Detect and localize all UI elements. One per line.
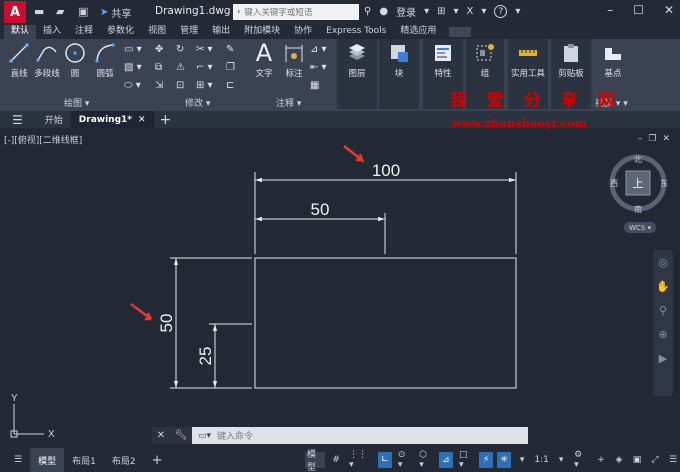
command-prompt-icon[interactable]: ▭▾ bbox=[198, 431, 211, 441]
dim-text-50-top[interactable]: 50 bbox=[311, 200, 330, 219]
drawing-geometry: 100 50 50 25 Y X 上 北 南 西 东 bbox=[10, 145, 668, 440]
viewcube-north[interactable]: 北 bbox=[634, 155, 642, 164]
wcs-menu[interactable]: WCS ▾ bbox=[624, 222, 656, 233]
ucs-y-label: Y bbox=[11, 393, 18, 404]
viewcube-south[interactable]: 南 bbox=[634, 204, 642, 214]
osnap-menu-icon[interactable]: □ ▾ bbox=[457, 450, 475, 470]
ortho-icon[interactable]: ∟ bbox=[377, 452, 392, 468]
tab-layout2[interactable]: 布局2 bbox=[104, 448, 144, 472]
dimension-left-overall[interactable] bbox=[170, 257, 252, 389]
close-icon[interactable]: ✕ bbox=[157, 430, 165, 441]
annotation-scale-icon[interactable]: ✳ bbox=[497, 452, 512, 468]
polar-icon[interactable]: ⊙ ▾ bbox=[396, 450, 413, 470]
viewcube-west[interactable]: 西 bbox=[610, 179, 618, 188]
customize-icon[interactable]: ☰ bbox=[666, 452, 680, 468]
autocad-window: A ▬ ▰ ▣ ➤ 共享 Drawing1.dwg › 键入关键字或短语 ⚲ ●… bbox=[0, 0, 680, 472]
plus-icon[interactable]: + bbox=[594, 452, 608, 468]
wrench-icon[interactable]: 🔧︎ bbox=[175, 430, 188, 441]
isodraft-icon[interactable]: ⬡ ▾ bbox=[417, 450, 435, 470]
status-tools: 模型 # ⋮⋮ ▾ ∟ ⊙ ▾ ⬡ ▾ ⊿ □ ▾ ⚡ ✳ ▾ 1:1 ▾ ⚙ … bbox=[305, 448, 680, 472]
isolate-icon[interactable]: ◈ bbox=[612, 452, 626, 468]
layout-menu-icon[interactable]: ☰ bbox=[6, 448, 30, 472]
showmotion-icon[interactable]: ▶ bbox=[653, 346, 673, 370]
pan-icon[interactable]: ✋ bbox=[653, 274, 673, 298]
wcs-label: WCS bbox=[628, 223, 646, 232]
command-line: ✕ 🔧︎ ▭▾ 键入命令 bbox=[152, 427, 528, 444]
annotation-arrow-left bbox=[130, 303, 153, 321]
command-placeholder: 键入命令 bbox=[217, 432, 254, 442]
ucs-icon bbox=[10, 404, 44, 438]
model-space-button[interactable]: 模型 bbox=[305, 450, 326, 472]
viewcube-east[interactable]: 东 bbox=[660, 178, 668, 188]
annotation-arrow-top bbox=[343, 145, 365, 164]
snap-icon[interactable]: ⋮⋮ ▾ bbox=[347, 450, 374, 470]
viewcube-top-face[interactable]: 上 bbox=[633, 177, 644, 190]
command-input[interactable]: ▭▾ 键入命令 bbox=[192, 427, 528, 444]
dimension-left-partial[interactable] bbox=[209, 324, 252, 389]
command-tools: ✕ 🔧︎ bbox=[152, 427, 192, 444]
dimension-top-partial[interactable] bbox=[255, 213, 386, 254]
orbit-icon[interactable]: ⊕ bbox=[653, 322, 673, 346]
hardware-acceleration-icon[interactable]: ▣ bbox=[630, 452, 644, 468]
dim-text-100[interactable]: 100 bbox=[372, 161, 400, 180]
settings-icon[interactable]: ⚙ ▾ bbox=[572, 450, 590, 470]
object-snap-icon[interactable]: ⊿ bbox=[438, 452, 453, 468]
tab-layout1[interactable]: 布局1 bbox=[64, 448, 104, 472]
grid-icon[interactable]: # bbox=[329, 452, 343, 468]
scale-chevron-icon[interactable]: ▾ bbox=[554, 452, 568, 468]
tab-model[interactable]: 模型 bbox=[30, 448, 65, 472]
scale-menu-icon[interactable]: ▾ bbox=[515, 452, 529, 468]
zoom-icon[interactable]: ⚲ bbox=[653, 298, 673, 322]
ucs-x-label: X bbox=[48, 429, 55, 440]
fullscreen-icon[interactable]: ⤢ bbox=[648, 452, 662, 468]
annotation-scale[interactable]: 1:1 bbox=[533, 452, 550, 468]
steering-wheel-icon[interactable]: ◎ bbox=[653, 250, 673, 274]
rectangle-shape[interactable] bbox=[254, 257, 517, 389]
dim-text-25-left[interactable]: 25 bbox=[196, 347, 215, 366]
navigation-bar: ◎ ✋ ⚲ ⊕ ▶ bbox=[653, 250, 673, 396]
dim-text-50-left[interactable]: 50 bbox=[157, 314, 176, 333]
add-layout-icon[interactable]: + bbox=[144, 448, 171, 472]
annotation-visibility-icon[interactable]: ⚡ bbox=[479, 452, 494, 468]
